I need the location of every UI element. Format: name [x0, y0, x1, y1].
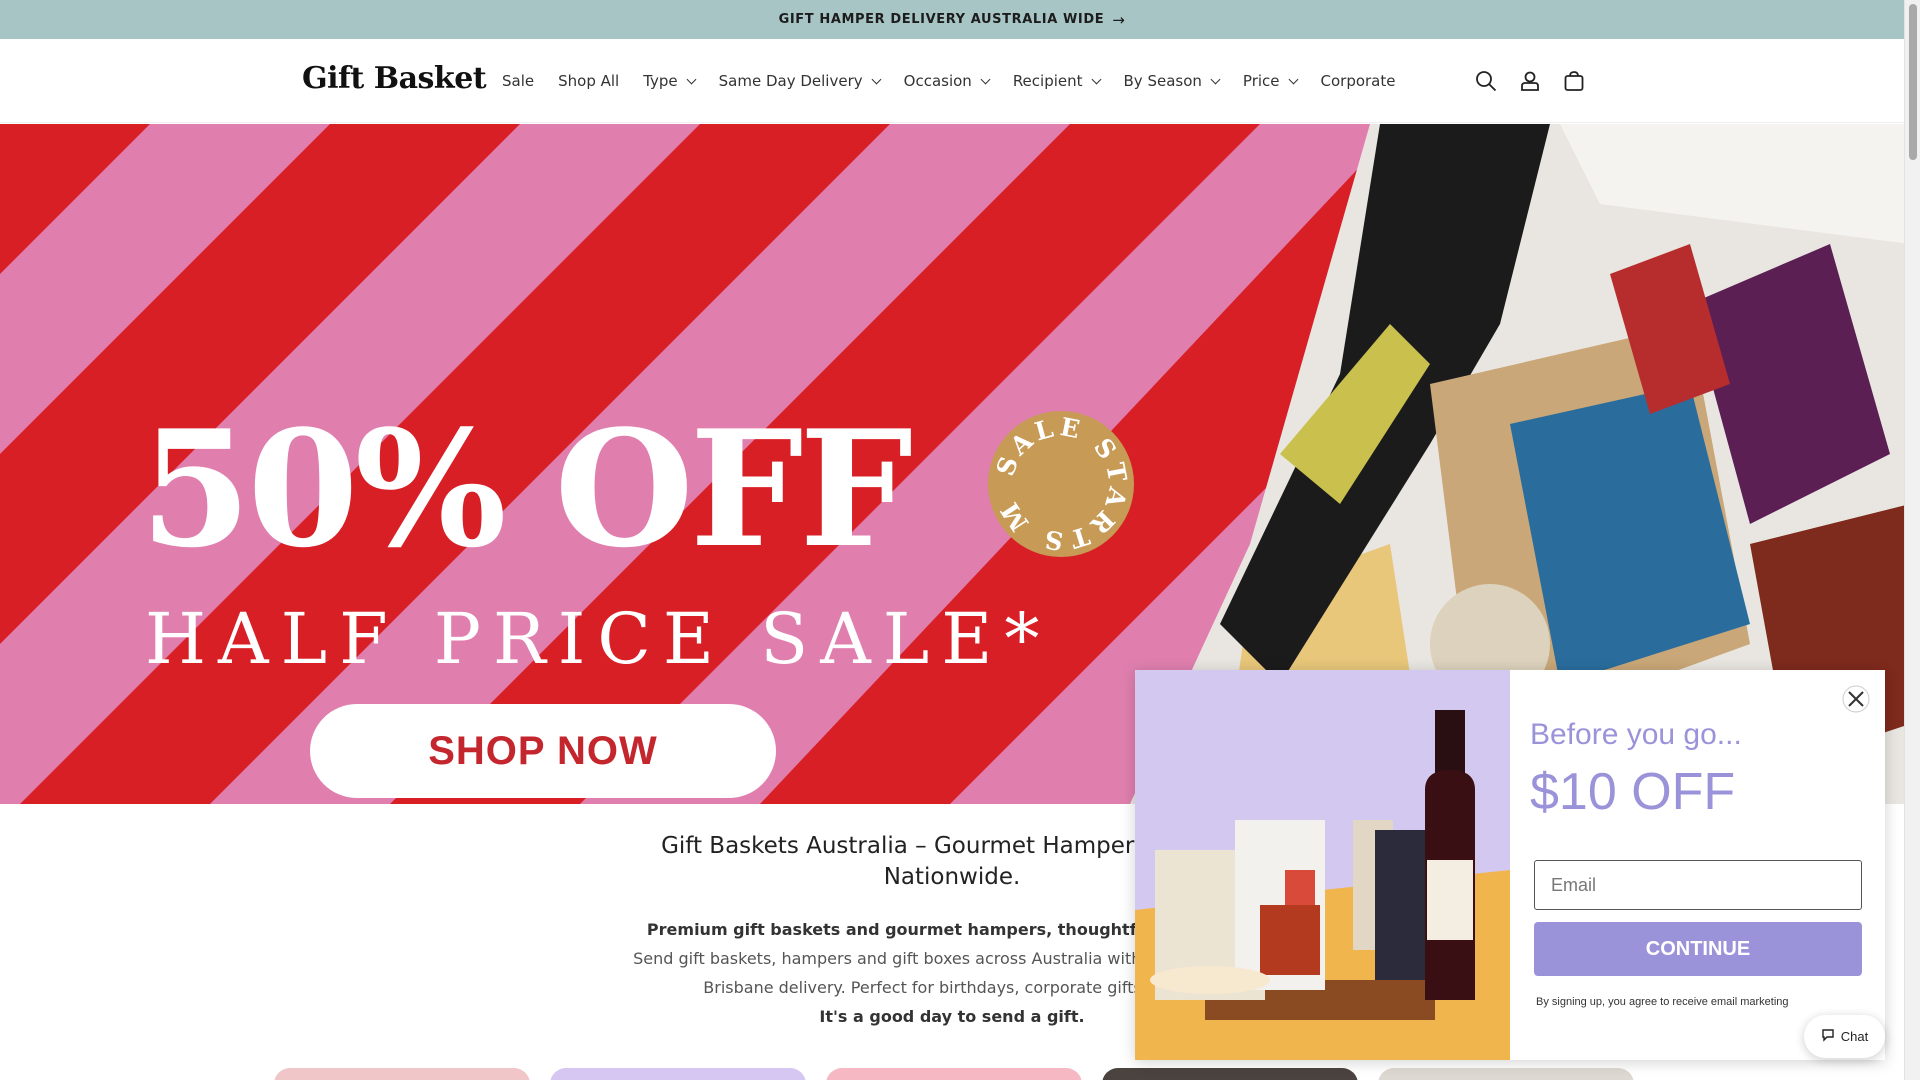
announcement-bar[interactable]: GIFT HAMPER DELIVERY AUSTRALIA WIDE → [0, 0, 1904, 39]
chevron-down-icon [871, 74, 882, 84]
chat-label: Chat [1840, 1029, 1869, 1044]
chevron-down-icon [1091, 74, 1101, 84]
category-card[interactable] [550, 1068, 806, 1080]
nav-item-corporate[interactable]: Corporate [1309, 61, 1408, 101]
search-icon[interactable] [1474, 61, 1498, 101]
chat-button[interactable]: Chat [1804, 1015, 1885, 1058]
nav-item-occasion[interactable]: Occasion [892, 61, 1001, 101]
nav-item-same-day-delivery[interactable]: Same Day Delivery [707, 61, 892, 101]
exit-intent-popup: Before you go... $10 OFF CONTINUE By sig… [1135, 670, 1885, 1060]
arrow-right-icon: → [1112, 10, 1126, 29]
scrollbar-thumb[interactable] [1909, 4, 1917, 160]
nav-label: Type [643, 72, 678, 90]
chat-icon [1821, 1028, 1835, 1045]
badge-text: SALE STARTS MON [975, 388, 1129, 556]
nav-label: Occasion [903, 72, 972, 90]
close-icon[interactable] [1841, 684, 1871, 714]
nav-item-sale[interactable]: Sale [490, 61, 546, 101]
nav-label: Sale [502, 72, 535, 90]
main-nav: Sale Shop All Type Same Day Delivery Occ… [490, 39, 1408, 123]
nav-item-recipient[interactable]: Recipient [1001, 61, 1112, 101]
nav-label: Shop All [558, 72, 620, 90]
shop-now-button[interactable]: SHOP NOW [310, 704, 776, 798]
sale-starts-badge: SALE STARTS MON [975, 388, 1134, 557]
nav-label: Price [1242, 72, 1280, 90]
nav-item-price[interactable]: Price [1231, 61, 1309, 101]
popup-offer: $10 OFF [1530, 763, 1736, 821]
site-logo[interactable]: Gift Basket [302, 61, 487, 96]
account-icon[interactable] [1518, 61, 1542, 101]
page-scrollbar[interactable] [1904, 0, 1920, 1080]
popup-legal-text: By signing up, you agree to receive emai… [1536, 996, 1789, 1008]
continue-button[interactable]: CONTINUE [1534, 922, 1862, 976]
chevron-down-icon [686, 74, 697, 84]
category-cards [274, 1068, 1634, 1080]
chevron-down-icon [1288, 74, 1298, 84]
category-card[interactable] [826, 1068, 1082, 1080]
nav-item-by-season[interactable]: By Season [1112, 61, 1231, 101]
site-header: Gift Basket Sale Shop All Type Same Day … [0, 39, 1904, 123]
nav-label: Corporate [1320, 72, 1396, 90]
popup-product-image [1135, 670, 1510, 1060]
hero-headline: 50% OFF [140, 395, 913, 583]
nav-item-type[interactable]: Type [631, 61, 706, 101]
category-card[interactable] [1102, 1068, 1358, 1080]
hero-subheadline: HALF PRICE SALE* [145, 598, 1052, 680]
svg-text:SALE STARTS MON: SALE STARTS MON [988, 411, 1133, 556]
nav-label: Recipient [1012, 72, 1083, 90]
category-card[interactable] [1378, 1068, 1634, 1080]
popup-title: Before you go... [1530, 718, 1742, 751]
chevron-down-icon [1210, 74, 1221, 84]
email-field[interactable] [1534, 860, 1862, 910]
header-actions [1474, 61, 1586, 101]
announcement-text: GIFT HAMPER DELIVERY AUSTRALIA WIDE [778, 12, 1105, 27]
chevron-down-icon [980, 74, 991, 84]
nav-item-shop-all[interactable]: Shop All [546, 61, 631, 101]
category-card[interactable] [274, 1068, 530, 1080]
nav-label: Same Day Delivery [718, 72, 863, 90]
cart-icon[interactable] [1562, 61, 1586, 101]
nav-label: By Season [1123, 72, 1202, 90]
